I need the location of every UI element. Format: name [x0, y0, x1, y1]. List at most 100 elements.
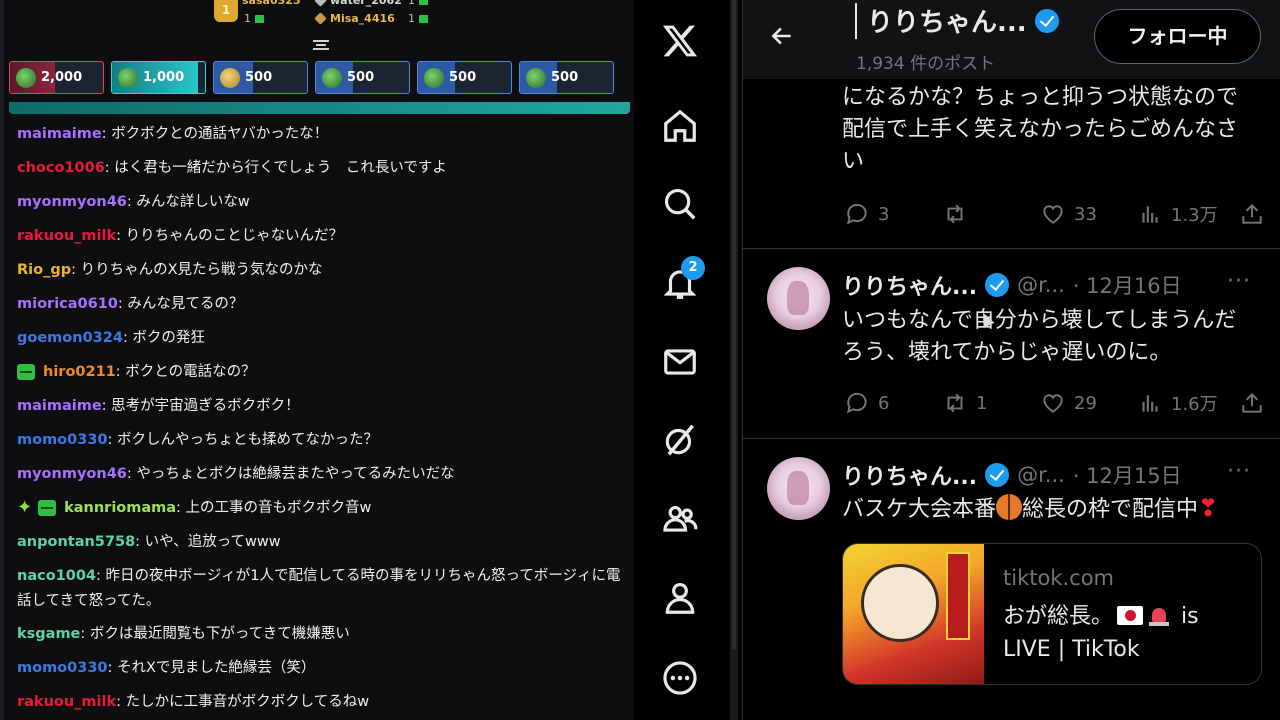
- tweet[interactable]: りりちゃん... @r... · 12月16日 ··· いつもなんで自分から壊し…: [743, 249, 1280, 439]
- gift-goal-item[interactable]: 500: [213, 61, 308, 94]
- chat-message-text: : ボクボクとの通話ヤバかったな！: [101, 126, 329, 142]
- chat-message: choco1006: はく君も一緒だから行くでしょう これ長いですよ: [17, 156, 622, 180]
- gift-goal-item[interactable]: 500: [417, 61, 512, 94]
- chat-username[interactable]: Rio_gp: [17, 258, 71, 282]
- silver-rank-icon: [314, 0, 327, 7]
- chat-message-text: : いや、追放ってwww: [135, 534, 281, 550]
- home-icon[interactable]: [656, 102, 704, 150]
- like-button[interactable]: 33: [1040, 201, 1097, 227]
- more-options-icon[interactable]: ···: [1227, 269, 1251, 294]
- chat-message-text: : みんな見てるの？: [117, 296, 244, 312]
- verified-badge-icon: [985, 273, 1010, 297]
- gift-goal-item[interactable]: 500: [315, 61, 410, 94]
- chat-message-text: : 思考が宇宙過ぎるボクボク！: [101, 398, 300, 414]
- chat-username[interactable]: choco1006: [17, 156, 105, 180]
- more-options-icon[interactable]: ···: [1227, 459, 1251, 484]
- chat-username[interactable]: anpontan5758: [17, 530, 135, 554]
- chat-username[interactable]: rakuou_milk: [17, 224, 116, 248]
- collapse-ranking-button[interactable]: [313, 38, 329, 52]
- ranking-user: water_2062: [330, 0, 402, 7]
- tweet-date[interactable]: · 12月16日: [1073, 270, 1182, 300]
- share-button[interactable]: [1239, 201, 1265, 227]
- ranking-entry[interactable]: sasa0325: [242, 0, 301, 7]
- chat-username[interactable]: ksgame: [17, 622, 80, 646]
- gift-goal-amount: 500: [551, 70, 579, 85]
- gift-icon: [419, 14, 428, 23]
- link-preview-card[interactable]: tiktok.com おが総長。 is LIVE | TikTok: [842, 543, 1262, 685]
- chat-message: rakuou_milk: りりちゃんのことじゃないんだ？: [17, 224, 622, 248]
- reply-button[interactable]: 6: [844, 390, 889, 416]
- ranking-user: sasa0325: [242, 0, 301, 7]
- tweet-text: バスケ大会本番 総長の枠で配信中❣: [842, 494, 1219, 522]
- repost-button[interactable]: [942, 201, 976, 227]
- heart-icon: [1043, 394, 1063, 413]
- chat-message: miorica0610: みんな見てるの？: [17, 292, 622, 316]
- reply-icon: [846, 392, 867, 414]
- chat-username[interactable]: maimaime: [17, 122, 102, 146]
- chat-username[interactable]: momo0330: [17, 656, 108, 680]
- profile-icon[interactable]: [656, 574, 704, 622]
- chat-username[interactable]: rakuou_milk: [17, 690, 116, 714]
- chat-message: ksgame: ボクは最近閲覧も下がってきて機嫌悪い: [17, 622, 622, 646]
- tweet-date[interactable]: · 12月15日: [1073, 460, 1182, 490]
- chat-message: maimaime: 思考が宇宙過ぎるボクボク！: [17, 394, 622, 418]
- chat-username[interactable]: myonmyon46: [17, 462, 127, 486]
- chat-username[interactable]: naco1004: [17, 568, 96, 584]
- chat-username[interactable]: myonmyon46: [17, 190, 127, 214]
- chat-message: myonmyon46: やっちょとボクは絶縁芸またやってるみたいだな: [17, 462, 622, 486]
- profile-header: りりちゃん... 1,934 件のポスト フォロー中: [743, 0, 1280, 79]
- goal-progress-bar: [9, 99, 630, 114]
- search-icon[interactable]: [656, 180, 704, 228]
- views-button[interactable]: 1.3万: [1137, 201, 1218, 227]
- views-button[interactable]: 1.6万: [1137, 390, 1218, 416]
- x-logo-icon[interactable]: [656, 17, 704, 65]
- chat-username[interactable]: hiro0211: [43, 360, 116, 384]
- gift-goal-item[interactable]: 500: [519, 61, 614, 94]
- author-name[interactable]: りりちゃん...: [842, 459, 977, 491]
- chat-message: maimaime: ボクボクとの通話ヤバかったな！: [17, 122, 622, 146]
- chat-message: naco1004: 昨日の夜中ボージィが1人で配信してる時の事をリリちゃん怒って…: [17, 564, 622, 614]
- like-button[interactable]: 29: [1040, 390, 1097, 416]
- following-button[interactable]: フォロー中: [1094, 9, 1261, 64]
- grok-icon[interactable]: [656, 416, 704, 464]
- repost-button[interactable]: 1: [942, 390, 987, 416]
- gift-goal-item[interactable]: 2,000: [9, 61, 104, 94]
- ranking-user: Misa_4416: [330, 12, 395, 25]
- mail-icon[interactable]: [656, 338, 704, 386]
- japan-flag-icon: [1117, 606, 1144, 625]
- back-arrow-icon[interactable]: [769, 23, 795, 49]
- gift-goal-amount: 1,000: [143, 70, 185, 85]
- ranking-count: 1: [408, 0, 428, 7]
- gift-icon: [255, 14, 264, 23]
- repost-icon: [947, 204, 963, 224]
- avatar[interactable]: [767, 267, 830, 330]
- ranking-entry[interactable]: Misa_4416: [314, 12, 395, 25]
- chat-message-text: : ボクの発狂: [122, 330, 205, 346]
- card-domain: tiktok.com: [1003, 566, 1114, 590]
- chat-username[interactable]: kannriomama: [64, 496, 176, 520]
- repost-icon: [947, 393, 963, 413]
- gift-goal-item[interactable]: 1,000: [111, 61, 206, 94]
- gift-icon: [424, 67, 444, 88]
- chat-panel: 1 sasa0325 1 water_2062 Misa_4416 1 1 2,…: [0, 0, 634, 720]
- chat-username[interactable]: maimaime: [17, 394, 102, 418]
- more-icon[interactable]: [656, 654, 704, 702]
- author-handle[interactable]: @r...: [1017, 463, 1065, 487]
- reply-button[interactable]: 3: [844, 201, 889, 227]
- chat-message: momo0330: それXで見ました絶縁芸（笑）: [17, 656, 622, 680]
- ranking-entry[interactable]: water_2062: [314, 0, 402, 7]
- tweet-actions: 6 1 29 1.6万: [844, 388, 1269, 418]
- scrollbar[interactable]: [730, 0, 738, 720]
- chat-message-text: : りりちゃんのことじゃないんだ？: [116, 228, 344, 244]
- chat-username[interactable]: goemon0324: [17, 326, 123, 350]
- share-button[interactable]: [1239, 390, 1265, 416]
- reply-icon: [846, 203, 867, 225]
- chat-username[interactable]: momo0330: [17, 428, 108, 452]
- card-thumbnail: [843, 544, 984, 684]
- author-handle[interactable]: @r...: [1017, 273, 1065, 297]
- author-name[interactable]: りりちゃん...: [842, 269, 977, 301]
- chat-username[interactable]: miorica0610: [17, 292, 118, 316]
- communities-icon[interactable]: [656, 495, 704, 543]
- chat-message-text: : はく君も一緒だから行くでしょう これ長いですよ: [104, 160, 447, 176]
- avatar[interactable]: [767, 457, 830, 520]
